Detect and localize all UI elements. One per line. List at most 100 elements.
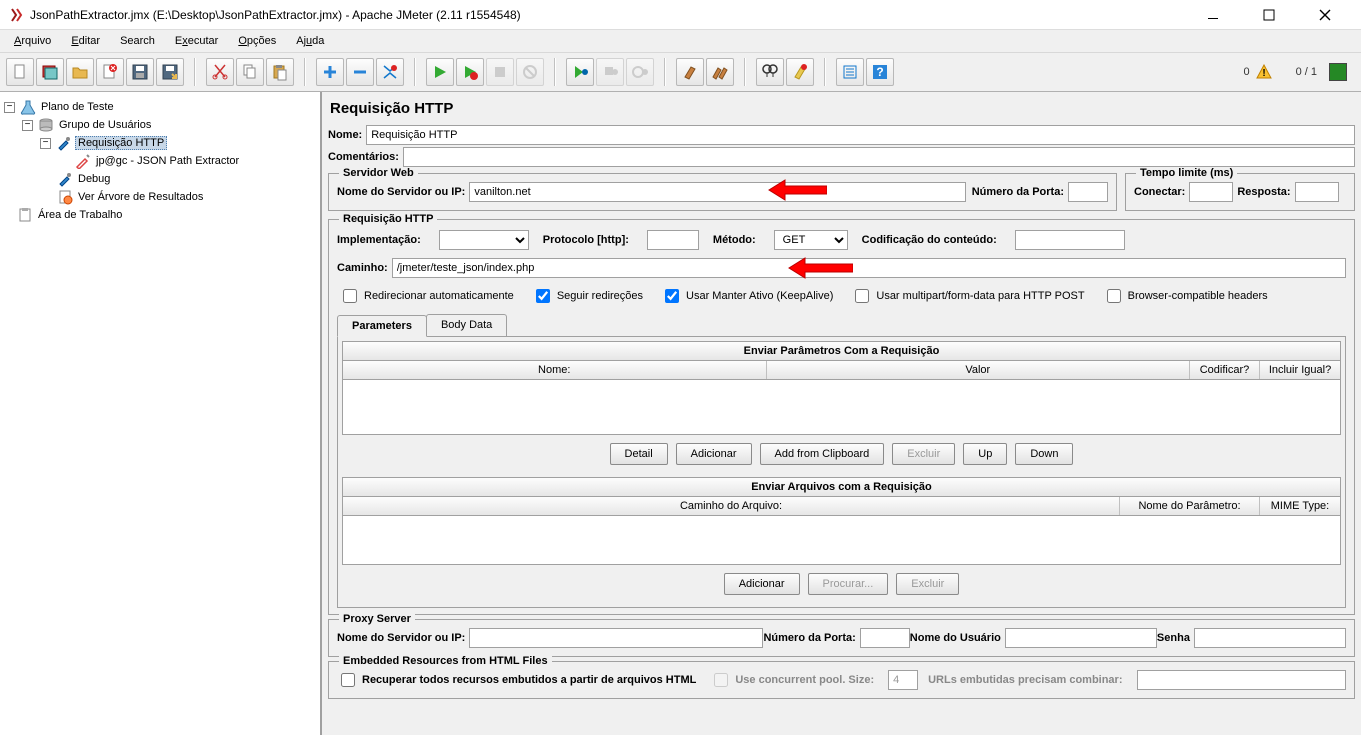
close-file-button[interactable] <box>96 58 124 86</box>
save-button[interactable] <box>126 58 154 86</box>
help-button[interactable]: ? <box>866 58 894 86</box>
cb-multipart[interactable]: Usar multipart/form-data para HTTP POST <box>851 286 1084 306</box>
cb-keepalive[interactable]: Usar Manter Ativo (KeepAlive) <box>661 286 833 306</box>
params-title: Enviar Parâmetros Com a Requisição <box>343 342 1340 361</box>
delete-param-button[interactable]: Excluir <box>892 443 955 465</box>
tab-parameters[interactable]: Parameters <box>337 315 427 337</box>
files-body[interactable] <box>343 516 1340 564</box>
tree-toggle-icon[interactable]: − <box>40 138 51 149</box>
col-mime: MIME Type: <box>1260 497 1340 515</box>
close-button[interactable] <box>1305 2 1345 28</box>
menu-ajuda[interactable]: Ajuda <box>288 33 332 49</box>
down-button[interactable]: Down <box>1015 443 1073 465</box>
remote-stop-button[interactable] <box>596 58 624 86</box>
detail-button[interactable]: Detail <box>610 443 668 465</box>
toggle-button[interactable] <box>376 58 404 86</box>
browse-button[interactable]: Procurar... <box>808 573 889 595</box>
response-input[interactable] <box>1295 182 1339 202</box>
menu-executar[interactable]: Executar <box>167 33 226 49</box>
add-file-button[interactable]: Adicionar <box>724 573 800 595</box>
params-body[interactable] <box>343 380 1340 434</box>
servidor-web-legend: Servidor Web <box>339 167 418 179</box>
collapse-button[interactable] <box>346 58 374 86</box>
response-label: Resposta: <box>1237 186 1290 198</box>
server-label: Nome do Servidor ou IP: <box>337 186 465 198</box>
flask-icon <box>20 99 36 115</box>
proxy-server-input[interactable] <box>469 628 763 648</box>
files-grid: Enviar Arquivos com a Requisição Caminho… <box>342 477 1341 565</box>
cut-button[interactable] <box>206 58 234 86</box>
tree-node-jsonpath[interactable]: jp@gc - JSON Path Extractor <box>4 152 320 170</box>
content-pane: Requisição HTTP Nome: Comentários: Servi… <box>322 92 1361 735</box>
expand-button[interactable] <box>316 58 344 86</box>
tree-toggle-icon[interactable]: − <box>4 102 15 113</box>
menu-arquivo[interactable]: Arquivo <box>6 33 59 49</box>
comentarios-input[interactable] <box>403 147 1355 167</box>
search-button[interactable] <box>756 58 784 86</box>
paste-button[interactable] <box>266 58 294 86</box>
col-valor: Valor <box>767 361 1191 379</box>
copy-button[interactable] <box>236 58 264 86</box>
impl-select[interactable] <box>439 230 529 250</box>
shutdown-button[interactable] <box>516 58 544 86</box>
impl-label: Implementação: <box>337 234 421 246</box>
up-button[interactable]: Up <box>963 443 1007 465</box>
svg-text:?: ? <box>876 65 883 79</box>
clear-button[interactable] <box>676 58 704 86</box>
tree-node-workbench[interactable]: Área de Trabalho <box>4 206 320 224</box>
tree-node-testplan[interactable]: − Plano de Teste <box>4 98 320 116</box>
proto-input[interactable] <box>647 230 699 250</box>
add-param-button[interactable]: Adicionar <box>676 443 752 465</box>
proxy-pass-input[interactable] <box>1194 628 1346 648</box>
window-title: JsonPathExtractor.jmx (E:\Desktop\JsonPa… <box>30 8 1193 22</box>
toolbar-status: 0 ! 0 / 1 <box>1233 63 1357 81</box>
minimize-button[interactable] <box>1193 2 1233 28</box>
cb-follow-redirect[interactable]: Seguir redireções <box>532 286 643 306</box>
start-no-timers-button[interactable] <box>456 58 484 86</box>
stop-button[interactable] <box>486 58 514 86</box>
add-clipboard-button[interactable]: Add from Clipboard <box>760 443 885 465</box>
document-icon <box>57 189 73 205</box>
connect-input[interactable] <box>1189 182 1233 202</box>
remote-shutdown-button[interactable] <box>626 58 654 86</box>
templates-button[interactable] <box>36 58 64 86</box>
tab-body-data[interactable]: Body Data <box>426 314 507 336</box>
nome-input[interactable] <box>366 125 1355 145</box>
remote-start-button[interactable] <box>566 58 594 86</box>
function-helper-button[interactable] <box>836 58 864 86</box>
maximize-button[interactable] <box>1249 2 1289 28</box>
proxy-server-label: Nome do Servidor ou IP: <box>337 632 465 644</box>
save-as-button[interactable] <box>156 58 184 86</box>
proxy-user-input[interactable] <box>1005 628 1157 648</box>
menu-search[interactable]: Search <box>112 33 163 49</box>
menu-editar[interactable]: Editar <box>63 33 108 49</box>
metodo-select[interactable]: GET <box>774 230 848 250</box>
new-button[interactable] <box>6 58 34 86</box>
encoding-input[interactable] <box>1015 230 1125 250</box>
cb-browser-headers[interactable]: Browser-compatible headers <box>1103 286 1268 306</box>
comentarios-label: Comentários: <box>328 151 399 163</box>
port-input[interactable] <box>1068 182 1108 202</box>
caminho-input[interactable] <box>392 258 1346 278</box>
cb-concurrent-pool: Use concurrent pool. Size: <box>710 670 874 690</box>
server-input[interactable] <box>469 182 965 202</box>
col-codificar: Codificar? <box>1190 361 1260 379</box>
tree-toggle-icon[interactable]: − <box>22 120 33 131</box>
run-indicator-icon <box>1329 63 1347 81</box>
proxy-port-input[interactable] <box>860 628 910 648</box>
url-match-input[interactable] <box>1137 670 1347 690</box>
tree-pane: − Plano de Teste − Grupo de Usuários − R… <box>0 92 322 735</box>
menu-opcoes[interactable]: Opções <box>230 33 284 49</box>
open-button[interactable] <box>66 58 94 86</box>
delete-file-button[interactable]: Excluir <box>896 573 959 595</box>
clear-all-button[interactable] <box>706 58 734 86</box>
tree-node-threadgroup[interactable]: − Grupo de Usuários <box>4 116 320 134</box>
reset-search-button[interactable] <box>786 58 814 86</box>
tree-node-viewresults[interactable]: Ver Árvore de Resultados <box>4 188 320 206</box>
start-button[interactable] <box>426 58 454 86</box>
cb-redirect-auto[interactable]: Redirecionar automaticamente <box>339 286 514 306</box>
proto-label: Protocolo [http]: <box>543 234 629 246</box>
cb-retrieve-embedded[interactable]: Recuperar todos recursos embutidos a par… <box>337 670 696 690</box>
tree-node-debug[interactable]: Debug <box>4 170 320 188</box>
tree-node-httprequest[interactable]: − Requisição HTTP <box>4 134 320 152</box>
